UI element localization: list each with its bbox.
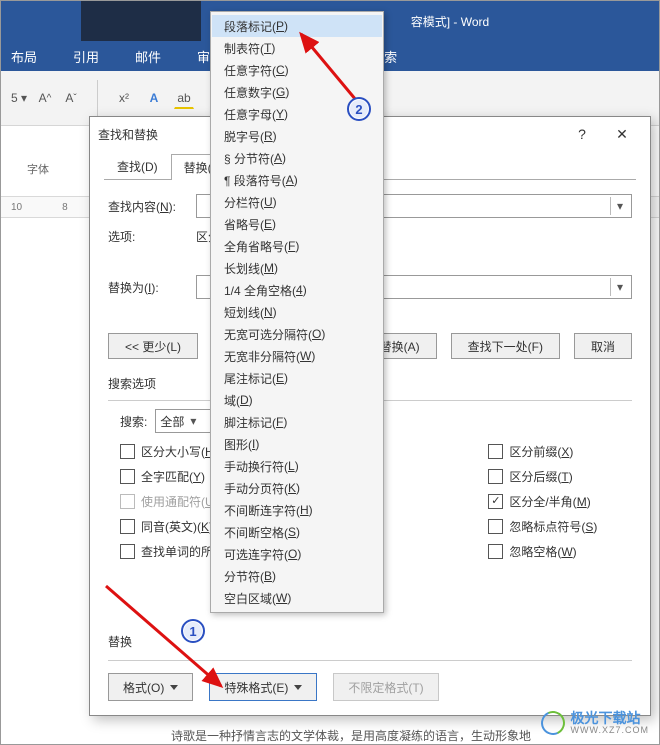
watermark-url: WWW.XZ7.COM: [571, 726, 650, 736]
font-size-dropdown-icon[interactable]: 5 ▾: [9, 88, 29, 108]
menu-item[interactable]: 分栏符(U): [212, 191, 382, 213]
checkbox-option[interactable]: 忽略标点符号(S): [488, 518, 597, 535]
dropdown-triangle-icon: [294, 685, 302, 690]
menu-item[interactable]: 可选连字符(O): [212, 543, 382, 565]
app-title: 容模式] - Word: [411, 13, 489, 30]
replace-with-label: 替换为(I):: [108, 279, 188, 296]
menu-item[interactable]: 短划线(N): [212, 301, 382, 323]
menu-item[interactable]: 尾注标记(E): [212, 367, 382, 389]
menu-item[interactable]: 域(D): [212, 389, 382, 411]
checkbox-option[interactable]: 区分后缀(T): [488, 468, 597, 485]
menu-item[interactable]: 任意字符(C): [212, 59, 382, 81]
ribbon-tab-mailings[interactable]: 邮件: [135, 47, 161, 66]
search-scope-label: 搜索:: [120, 413, 147, 430]
find-what-label: 查找内容(N):: [108, 198, 188, 215]
menu-item[interactable]: 1/4 全角空格(4): [212, 279, 382, 301]
chevron-down-icon[interactable]: ▾: [610, 278, 629, 296]
dialog-title: 查找和替换: [98, 126, 158, 143]
document-thumbnail: [81, 1, 201, 41]
document-body-text: 诗歌是一种抒情言志的文学体裁，是用高度凝练的语言，生动形象地: [171, 727, 531, 744]
chevron-down-icon: ▾: [190, 414, 196, 428]
menu-item[interactable]: 手动分页符(K): [212, 477, 382, 499]
watermark-logo-icon: [537, 708, 568, 739]
increase-font-icon[interactable]: A^: [35, 88, 55, 108]
watermark-name: 极光下载站: [571, 711, 650, 726]
menu-item[interactable]: 省略号(E): [212, 213, 382, 235]
decrease-font-icon[interactable]: Aˇ: [61, 88, 81, 108]
special-format-button[interactable]: 特殊格式(E): [209, 673, 317, 701]
text-effects-icon[interactable]: A: [144, 88, 164, 108]
annotation-marker-2: 2: [347, 97, 371, 121]
checkbox-option[interactable]: 忽略空格(W): [488, 543, 597, 560]
checkbox-option[interactable]: ✓区分全/半角(M): [488, 493, 597, 510]
chevron-down-icon[interactable]: ▾: [610, 197, 629, 215]
menu-item[interactable]: 长划线(M): [212, 257, 382, 279]
highlight-icon[interactable]: ab: [174, 88, 194, 109]
menu-item[interactable]: 无宽非分隔符(W): [212, 345, 382, 367]
dialog-help-button[interactable]: ?: [562, 120, 602, 148]
menu-item[interactable]: 不间断连字符(H): [212, 499, 382, 521]
font-group-label: 字体: [27, 161, 49, 177]
watermark: 极光下载站 WWW.XZ7.COM: [541, 711, 650, 736]
menu-item[interactable]: 图形(I): [212, 433, 382, 455]
find-next-button[interactable]: 查找下一处(F): [451, 333, 560, 359]
menu-item[interactable]: § 分节符(A): [212, 147, 382, 169]
menu-item[interactable]: 全角省略号(F): [212, 235, 382, 257]
checkbox-option[interactable]: 区分前缀(X): [488, 443, 597, 460]
menu-item[interactable]: 空白区域(W): [212, 587, 382, 609]
ribbon-tab-layout[interactable]: 布局: [11, 47, 37, 66]
right-check-column: 区分前缀(X) 区分后缀(T) ✓区分全/半角(M) 忽略标点符号(S) 忽略空格(W): [488, 443, 597, 560]
ribbon-tab-references[interactable]: 引用: [73, 47, 99, 66]
menu-item[interactable]: ¶ 段落符号(A): [212, 169, 382, 191]
options-label: 选项:: [108, 228, 188, 245]
format-button[interactable]: 格式(O): [108, 673, 193, 701]
dialog-close-button[interactable]: ✕: [602, 120, 642, 148]
less-button[interactable]: << 更少(L): [108, 333, 198, 359]
subscript-icon[interactable]: x²: [114, 88, 134, 108]
menu-item[interactable]: 手动换行符(L): [212, 455, 382, 477]
ruler-mark: 10: [11, 202, 22, 213]
tab-find[interactable]: 查找(D): [104, 153, 171, 179]
menu-item[interactable]: 分节符(B): [212, 565, 382, 587]
ruler-mark: 8: [62, 202, 68, 213]
menu-item[interactable]: 段落标记(P): [212, 15, 382, 37]
no-formatting-button[interactable]: 不限定格式(T): [333, 673, 438, 701]
menu-item[interactable]: 脚注标记(F): [212, 411, 382, 433]
menu-item[interactable]: 制表符(T): [212, 37, 382, 59]
menu-item[interactable]: 不间断空格(S): [212, 521, 382, 543]
annotation-marker-1: 1: [181, 619, 205, 643]
dropdown-triangle-icon: [170, 685, 178, 690]
cancel-button[interactable]: 取消: [574, 333, 632, 359]
menu-item[interactable]: 脱字号(R): [212, 125, 382, 147]
menu-item[interactable]: 无宽可选分隔符(O): [212, 323, 382, 345]
